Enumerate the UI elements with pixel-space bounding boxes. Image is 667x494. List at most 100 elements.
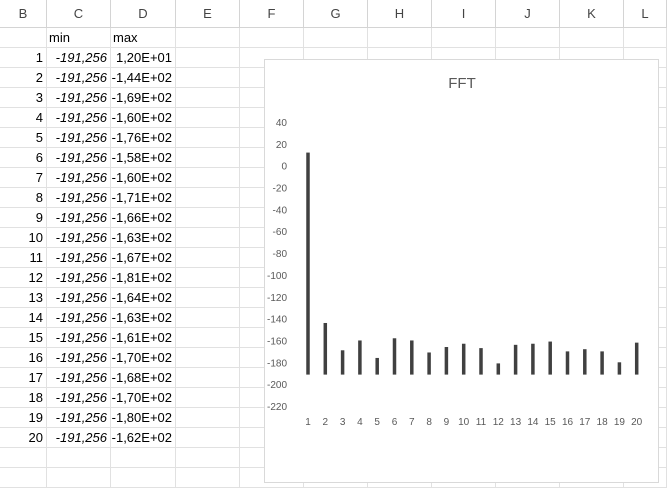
index-cell[interactable]: 15 — [0, 328, 47, 348]
min-cell[interactable]: -191,256 — [47, 268, 111, 288]
column-header-g[interactable]: G — [304, 0, 368, 27]
min-cell[interactable] — [47, 448, 111, 468]
index-cell[interactable]: 16 — [0, 348, 47, 368]
cell-e[interactable] — [176, 248, 240, 268]
index-cell[interactable]: 20 — [0, 428, 47, 448]
chart-bar[interactable] — [565, 351, 570, 375]
max-cell[interactable]: 1,20E+01 — [111, 48, 176, 68]
column-header-e[interactable]: E — [176, 0, 240, 27]
min-cell[interactable]: -191,256 — [47, 348, 111, 368]
cell-e[interactable] — [176, 468, 240, 488]
column-header-j[interactable]: J — [496, 0, 560, 27]
index-cell[interactable]: 4 — [0, 108, 47, 128]
chart-bar[interactable] — [548, 341, 552, 375]
column-header-h[interactable]: H — [368, 0, 432, 27]
cell-f[interactable] — [240, 28, 304, 48]
max-cell[interactable]: -1,60E+02 — [111, 168, 176, 188]
column-header-b[interactable]: B — [0, 0, 47, 27]
chart-bar[interactable] — [496, 363, 501, 375]
cell-e[interactable] — [176, 168, 240, 188]
index-cell[interactable]: 11 — [0, 248, 47, 268]
cell-e[interactable] — [176, 408, 240, 428]
cell-e[interactable] — [176, 388, 240, 408]
column-header-l[interactable]: L — [624, 0, 667, 27]
max-cell[interactable]: -1,81E+02 — [111, 268, 176, 288]
max-cell[interactable]: -1,63E+02 — [111, 228, 176, 248]
index-cell[interactable]: 5 — [0, 128, 47, 148]
cell-e[interactable] — [176, 228, 240, 248]
min-cell[interactable]: -191,256 — [47, 48, 111, 68]
min-cell[interactable]: -191,256 — [47, 308, 111, 328]
chart-bar[interactable] — [375, 357, 379, 375]
max-cell[interactable]: -1,70E+02 — [111, 388, 176, 408]
cell-e[interactable] — [176, 128, 240, 148]
cell-e[interactable] — [176, 108, 240, 128]
chart-bar[interactable] — [323, 322, 328, 375]
max-cell[interactable]: -1,80E+02 — [111, 408, 176, 428]
min-cell[interactable]: -191,256 — [47, 248, 111, 268]
column-header-c[interactable]: C — [47, 0, 111, 27]
min-cell[interactable]: -191,256 — [47, 368, 111, 388]
cell-e[interactable] — [176, 208, 240, 228]
index-cell[interactable]: 9 — [0, 208, 47, 228]
chart-bar[interactable] — [634, 342, 639, 375]
index-cell[interactable]: 7 — [0, 168, 47, 188]
index-cell[interactable]: 17 — [0, 368, 47, 388]
max-cell[interactable] — [111, 468, 176, 488]
index-cell[interactable]: 6 — [0, 148, 47, 168]
chart-bar[interactable] — [306, 152, 310, 375]
min-cell[interactable]: -191,256 — [47, 108, 111, 128]
max-cell[interactable]: -1,60E+02 — [111, 108, 176, 128]
min-cell[interactable]: -191,256 — [47, 68, 111, 88]
index-cell[interactable]: 3 — [0, 88, 47, 108]
chart-bar[interactable] — [340, 350, 345, 375]
max-cell[interactable]: -1,63E+02 — [111, 308, 176, 328]
min-header-cell[interactable]: min — [47, 28, 111, 48]
cell-e[interactable] — [176, 68, 240, 88]
cell-e[interactable] — [176, 48, 240, 68]
max-cell[interactable]: -1,71E+02 — [111, 188, 176, 208]
chart-bar[interactable] — [410, 340, 414, 375]
min-cell[interactable]: -191,256 — [47, 168, 111, 188]
cell-l[interactable] — [624, 28, 667, 48]
cell-h[interactable] — [368, 28, 432, 48]
cell-e[interactable] — [176, 148, 240, 168]
min-cell[interactable] — [47, 468, 111, 488]
chart-bar[interactable] — [583, 349, 587, 375]
cell-e[interactable] — [176, 348, 240, 368]
max-cell[interactable] — [111, 448, 176, 468]
index-cell[interactable]: 14 — [0, 308, 47, 328]
cell-i[interactable] — [432, 28, 496, 48]
max-cell[interactable]: -1,68E+02 — [111, 368, 176, 388]
cell-e[interactable] — [176, 308, 240, 328]
max-cell[interactable]: -1,62E+02 — [111, 428, 176, 448]
max-cell[interactable]: -1,76E+02 — [111, 128, 176, 148]
cell-j[interactable] — [496, 28, 560, 48]
max-cell[interactable]: -1,66E+02 — [111, 208, 176, 228]
index-cell[interactable]: 8 — [0, 188, 47, 208]
max-cell[interactable]: -1,64E+02 — [111, 288, 176, 308]
max-cell[interactable]: -1,58E+02 — [111, 148, 176, 168]
min-cell[interactable]: -191,256 — [47, 188, 111, 208]
chart-bar[interactable] — [358, 340, 362, 375]
max-cell[interactable]: -1,67E+02 — [111, 248, 176, 268]
cell-e[interactable] — [176, 288, 240, 308]
min-cell[interactable]: -191,256 — [47, 388, 111, 408]
max-cell[interactable]: -1,61E+02 — [111, 328, 176, 348]
cell-e[interactable] — [176, 268, 240, 288]
chart-bar[interactable] — [531, 343, 535, 375]
min-cell[interactable]: -191,256 — [47, 408, 111, 428]
index-cell[interactable]: 10 — [0, 228, 47, 248]
column-header-f[interactable]: F — [240, 0, 304, 27]
cell-e[interactable] — [176, 448, 240, 468]
min-cell[interactable]: -191,256 — [47, 288, 111, 308]
column-header-k[interactable]: K — [560, 0, 624, 27]
chart-bar[interactable] — [427, 352, 431, 375]
cell-e[interactable] — [176, 328, 240, 348]
min-cell[interactable]: -191,256 — [47, 428, 111, 448]
chart-bar[interactable] — [479, 348, 483, 375]
column-header-d[interactable]: D — [111, 0, 176, 27]
cell-e[interactable] — [176, 88, 240, 108]
max-cell[interactable]: -1,44E+02 — [111, 68, 176, 88]
max-cell[interactable]: -1,70E+02 — [111, 348, 176, 368]
